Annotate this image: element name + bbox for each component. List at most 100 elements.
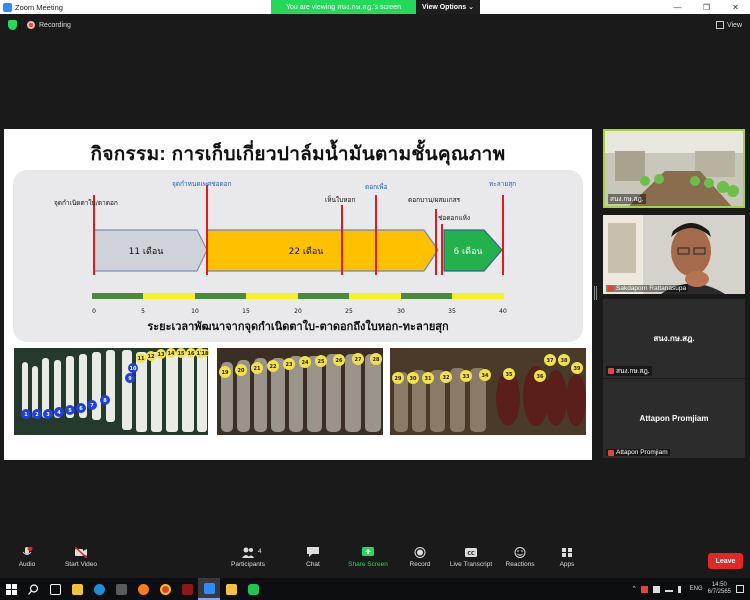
leave-button[interactable]: Leave bbox=[708, 553, 743, 569]
store-icon bbox=[115, 583, 127, 595]
view-options-button[interactable]: View Options ⌄ bbox=[415, 0, 480, 14]
microphone-icon bbox=[22, 547, 33, 555]
marker-label: 34 bbox=[482, 373, 489, 379]
clock-time: 14:50 bbox=[711, 582, 727, 588]
firefox-button[interactable] bbox=[132, 578, 154, 600]
participant-tile-person[interactable]: Sakdaporn Rattanasupa bbox=[603, 215, 745, 294]
marker-label: 25 bbox=[318, 359, 325, 365]
zoom-icon bbox=[203, 582, 215, 594]
viewing-text: You are viewing สนง.กษ.สฎ.'s screen bbox=[285, 3, 401, 11]
video-off-icon bbox=[75, 547, 87, 558]
marker-label: 20 bbox=[238, 368, 245, 374]
marker-label: 3 bbox=[46, 412, 50, 418]
taskbar-clock[interactable]: 14:50 6/7/2565 bbox=[708, 582, 731, 596]
marker-label: 27 bbox=[355, 357, 362, 363]
label-flower: ดอกบาน/ผสมเกสร bbox=[408, 196, 461, 204]
folder-icon bbox=[71, 583, 83, 595]
edge-button[interactable] bbox=[88, 578, 110, 600]
close-button[interactable]: ✕ bbox=[721, 3, 750, 12]
marker-label: 37 bbox=[547, 358, 554, 364]
transcript-label: Live Transcript bbox=[449, 561, 493, 568]
marker-label: 31 bbox=[425, 376, 432, 382]
marker-label: 19 bbox=[222, 370, 229, 376]
panel-resize-handle[interactable] bbox=[594, 286, 597, 300]
marker-label: 14 bbox=[168, 351, 175, 357]
marker-label: 26 bbox=[336, 358, 343, 364]
share-screen-button[interactable]: Share Screen bbox=[343, 547, 393, 568]
participant-name: สนง.กษ.สฎ. bbox=[608, 194, 646, 204]
file-explorer-button[interactable] bbox=[66, 578, 88, 600]
folder-taskbar-button[interactable] bbox=[220, 578, 242, 600]
label-spear: เห็นใบหอก bbox=[325, 195, 355, 204]
label-sex: จุดกำหนดเพศช่อดอก bbox=[172, 180, 232, 188]
record-button[interactable]: Record bbox=[395, 547, 445, 568]
task-view-button[interactable] bbox=[44, 578, 66, 600]
chat-button[interactable]: Chat bbox=[288, 547, 338, 568]
marker-label: 38 bbox=[561, 358, 568, 364]
share-screen-icon bbox=[362, 547, 374, 556]
line-button[interactable] bbox=[242, 578, 264, 600]
live-transcript-button[interactable]: CC Live Transcript bbox=[446, 547, 496, 568]
participant-tile-name[interactable]: สนง.กษ.สฎ. สนง.กษ.สฎ. bbox=[603, 299, 745, 378]
view-button[interactable]: View bbox=[715, 21, 742, 29]
mic-muted-icon bbox=[608, 285, 614, 292]
start-video-button[interactable]: Start Video bbox=[56, 547, 106, 568]
chrome-button[interactable] bbox=[154, 578, 176, 600]
task-view-icon bbox=[49, 583, 61, 595]
start-button[interactable] bbox=[0, 578, 22, 600]
participant-tile-name[interactable]: Attapon Promjiam Attapon Promjiam bbox=[603, 379, 745, 458]
shield-icon[interactable] bbox=[8, 20, 17, 30]
tick-label: 15 bbox=[242, 308, 250, 315]
participant-tile-room[interactable]: สนง.กษ.สฎ. bbox=[603, 129, 745, 208]
reactions-label: Reactions bbox=[505, 561, 535, 568]
windows-taskbar: ^ ENG 14:50 6/7/2565 bbox=[0, 578, 750, 600]
record-label: Record bbox=[409, 561, 431, 568]
search-button[interactable] bbox=[22, 578, 44, 600]
audio-label: Audio bbox=[18, 561, 36, 568]
label-dry: ช่อดอกแห้ง bbox=[438, 214, 470, 222]
marker-label: 15 bbox=[178, 351, 185, 357]
tick-label: 10 bbox=[191, 308, 199, 315]
apps-button[interactable]: Apps bbox=[542, 547, 592, 568]
participants-label: Participants bbox=[231, 561, 265, 568]
window-controls: — ❐ ✕ bbox=[663, 3, 750, 12]
zoom-taskbar-button[interactable] bbox=[198, 578, 220, 600]
recording-icon bbox=[27, 21, 35, 29]
volume-icon[interactable] bbox=[677, 585, 685, 593]
marker-label: 23 bbox=[286, 362, 293, 368]
marker-label: 7 bbox=[90, 403, 94, 409]
participants-icon bbox=[242, 547, 254, 558]
participants-button[interactable]: Participants bbox=[223, 547, 273, 568]
marker-label: 10 bbox=[130, 366, 137, 372]
app-icon bbox=[181, 583, 193, 595]
app-button[interactable] bbox=[176, 578, 198, 600]
tray-app-icon[interactable] bbox=[640, 585, 648, 593]
marker-label: 39 bbox=[574, 366, 581, 372]
photo-strip: 1 2 3 4 5 6 7 8 9 10 11 12 13 14 15 16 1… bbox=[14, 348, 586, 436]
participants-count: 4 bbox=[258, 548, 262, 555]
windows-icon bbox=[5, 583, 17, 595]
language-indicator[interactable]: ENG bbox=[690, 586, 703, 592]
marker-label: 21 bbox=[254, 366, 261, 372]
recording-label[interactable]: Recording bbox=[39, 22, 71, 29]
chat-icon bbox=[307, 547, 319, 557]
minimize-button[interactable]: — bbox=[663, 3, 692, 12]
tray-shield-icon[interactable] bbox=[652, 585, 660, 593]
tray-chevron-icon[interactable]: ^ bbox=[633, 586, 636, 592]
maximize-button[interactable]: ❐ bbox=[692, 3, 721, 12]
apps-label: Apps bbox=[559, 561, 575, 568]
shared-screen: กิจกรรม: การเก็บเกี่ยวปาล์มน้ำมันตามชั้น… bbox=[4, 129, 592, 460]
phase-label-1: 11 เดือน bbox=[129, 246, 164, 257]
reactions-button[interactable]: Reactions bbox=[495, 547, 545, 568]
audio-button[interactable]: Audio bbox=[2, 547, 52, 568]
marker-label: 9 bbox=[128, 376, 132, 382]
marker-label: 8 bbox=[103, 398, 107, 404]
notification-icon[interactable] bbox=[736, 585, 744, 593]
apps-icon bbox=[562, 548, 572, 557]
svg-text:CC: CC bbox=[467, 551, 475, 557]
marker-label: 35 bbox=[506, 372, 513, 378]
network-icon[interactable] bbox=[664, 586, 673, 592]
video-label: Start Video bbox=[64, 561, 98, 568]
window-title: Zoom Meeting bbox=[15, 2, 63, 12]
store-button[interactable] bbox=[110, 578, 132, 600]
